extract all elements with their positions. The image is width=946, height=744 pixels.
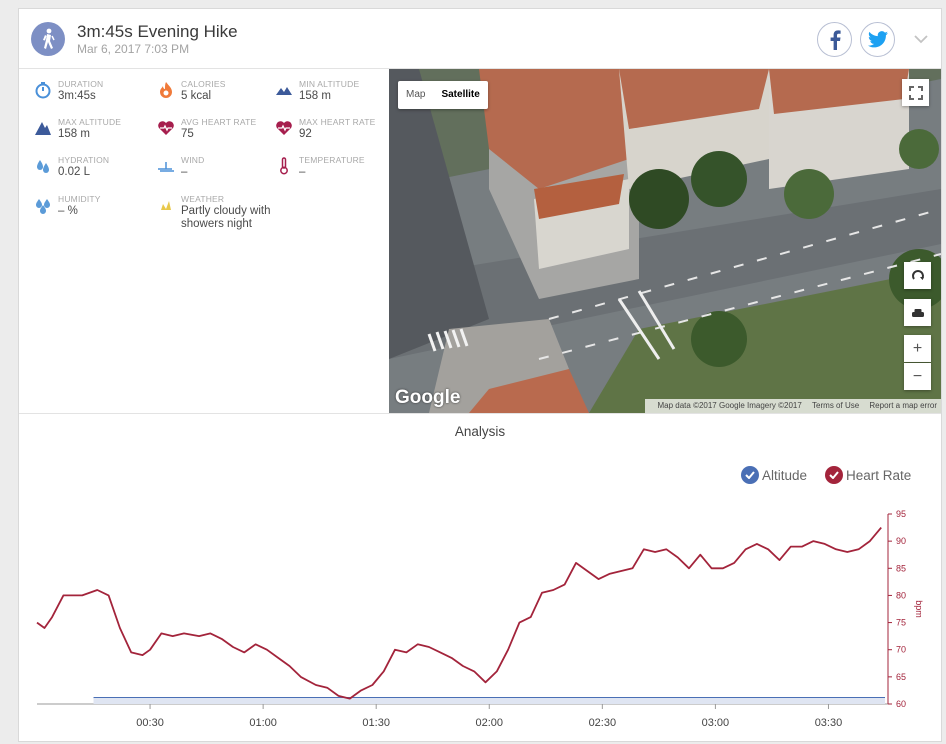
stat-label: WEATHER <box>181 194 225 204</box>
facebook-share-button[interactable] <box>817 22 852 57</box>
map-imagery <box>389 69 941 413</box>
satellite-map[interactable]: Map Satellite + − Google Map data ©2017 … <box>389 69 941 413</box>
activity-date: Mar 6, 2017 7:03 PM <box>77 42 190 56</box>
x-tick-label: 02:30 <box>589 717 617 729</box>
map-type-toggle: Map Satellite <box>398 81 488 109</box>
stat-value: 5 kcal <box>181 90 212 102</box>
rotate-icon <box>911 269 924 280</box>
stat-label: MAX HEART RATE <box>299 117 376 127</box>
y-tick-label: 75 <box>896 618 906 628</box>
hiker-icon <box>31 22 65 56</box>
stopwatch-icon <box>34 81 52 99</box>
twitter-icon <box>867 31 888 48</box>
chevron-down-icon <box>914 35 928 44</box>
analysis-section: Analysis Altitude Heart Rate 00:30 01:00 0… <box>19 413 941 741</box>
expand-button[interactable] <box>914 31 928 49</box>
flame-icon <box>157 81 175 99</box>
stat-value: 75 <box>181 128 194 140</box>
weather-icon <box>157 196 175 214</box>
drops-icon <box>34 157 52 175</box>
y-tick-label: 95 <box>896 509 906 519</box>
analysis-chart: 00:30 01:00 01:30 02:00 02:30 03:00 03:30 60 65 7… <box>36 509 924 729</box>
y-tick-label: 65 <box>896 672 906 682</box>
y-tick-label: 85 <box>896 563 906 573</box>
map-attribution-bar: Map data ©2017 Google Imagery ©2017 Term… <box>645 399 941 413</box>
mountain-high-icon <box>34 119 52 137</box>
y-tick-label: 70 <box>896 645 906 655</box>
stat-label: MAX ALTITUDE <box>58 117 122 127</box>
heart-rate-series-line <box>36 527 882 700</box>
altitude-series-area <box>93 698 886 704</box>
stat-value: 0.02 L <box>58 166 90 178</box>
stat-label: DURATION <box>58 79 104 89</box>
map-type-satellite-button[interactable]: Satellite <box>433 81 487 109</box>
stat-value: – % <box>58 205 78 217</box>
stat-label: HUMIDITY <box>58 194 101 204</box>
stat-value: 158 m <box>58 128 90 140</box>
stat-label: AVG HEART RATE <box>181 117 257 127</box>
map-attribution: Map data ©2017 Google Imagery ©2017 <box>657 401 802 410</box>
street-view-icon <box>911 308 924 317</box>
thermometer-icon <box>275 157 293 175</box>
fullscreen-button[interactable] <box>902 79 929 106</box>
y-tick-label: 90 <box>896 536 906 546</box>
y-tick-label: 80 <box>896 590 906 600</box>
stat-label: CALORIES <box>181 79 226 89</box>
y-axis-label: bpm <box>914 600 924 618</box>
stat-label: WIND <box>181 155 205 165</box>
y-tick-label: 60 <box>896 699 906 709</box>
stats-panel: DURATION 3m:45s CALORIES 5 kcal MIN ALTITUDE… <box>19 69 389 413</box>
stat-value: 3m:45s <box>58 90 96 102</box>
facebook-icon <box>830 29 841 50</box>
fullscreen-icon <box>908 85 923 100</box>
google-logo: Google <box>395 387 461 408</box>
terms-of-use-link[interactable]: Terms of Use <box>812 401 859 410</box>
map-type-map-button[interactable]: Map <box>398 81 433 109</box>
x-tick-label: 02:00 <box>476 717 504 729</box>
stat-label: MIN ALTITUDE <box>299 79 360 89</box>
activity-header: 3m:45s Evening Hike Mar 6, 2017 7:03 PM <box>19 9 941 69</box>
humidity-icon <box>34 196 52 214</box>
heart-pulse-icon <box>157 119 175 137</box>
twitter-share-button[interactable] <box>860 22 895 57</box>
stat-value: – <box>299 166 306 178</box>
stat-label: TEMPERATURE <box>299 155 365 165</box>
wind-icon <box>157 157 175 175</box>
zoom-out-button[interactable]: − <box>904 363 931 390</box>
activity-title: 3m:45s Evening Hike <box>77 22 238 41</box>
heart-pulse-max-icon <box>275 119 293 137</box>
stat-value: Partly cloudy with showers night <box>181 205 271 230</box>
activity-card: 3m:45s Evening Hike Mar 6, 2017 7:03 PM … <box>18 8 942 742</box>
zoom-in-button[interactable]: + <box>904 335 931 362</box>
x-tick-label: 01:00 <box>249 717 277 729</box>
x-tick-label: 03:00 <box>702 717 730 729</box>
stat-value: – <box>181 166 188 178</box>
mountain-low-icon <box>275 81 293 99</box>
x-tick-label: 01:30 <box>362 717 390 729</box>
rotate-button[interactable] <box>904 262 931 289</box>
x-tick-label: 03:30 <box>815 717 843 729</box>
pegman-button[interactable] <box>904 299 931 326</box>
stat-value: 158 m <box>299 90 331 102</box>
report-map-error-link[interactable]: Report a map error <box>869 401 937 410</box>
stat-value: 92 <box>299 128 312 140</box>
x-tick-label: 00:30 <box>136 717 164 729</box>
stat-label: HYDRATION <box>58 155 110 165</box>
